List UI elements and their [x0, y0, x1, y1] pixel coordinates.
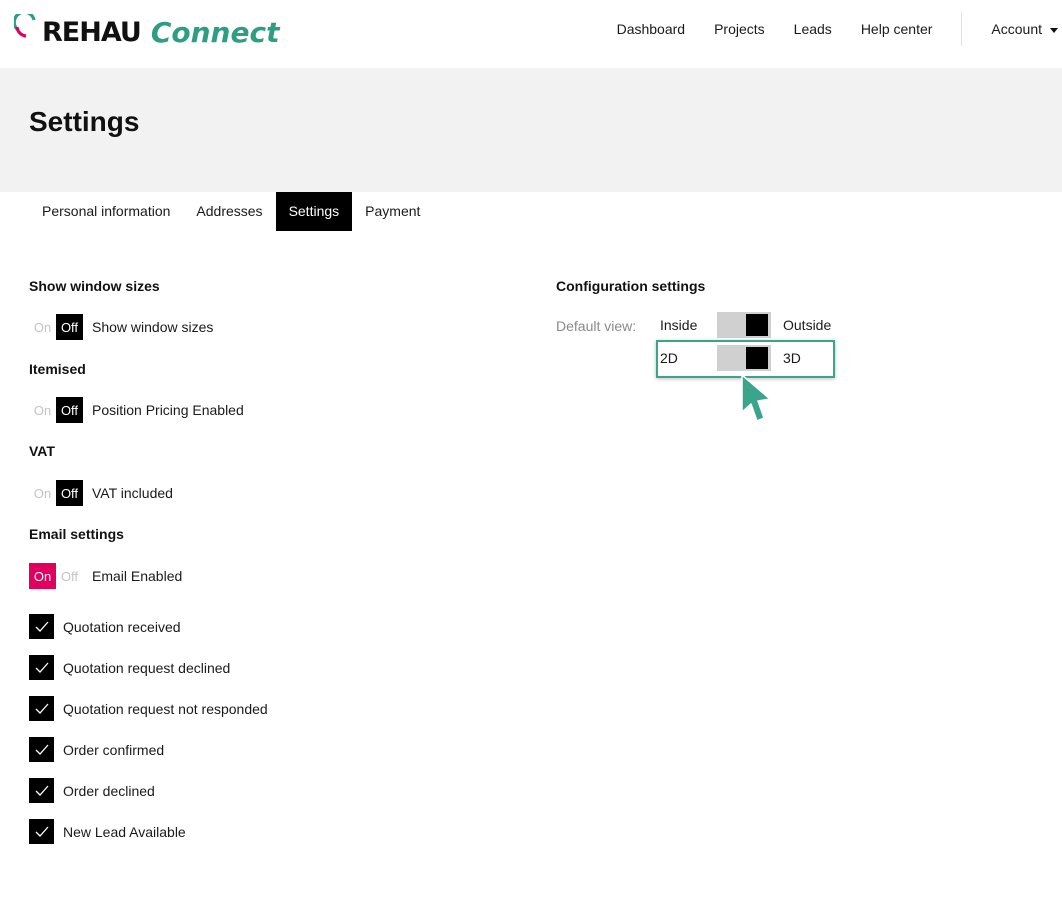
checkmark-icon	[35, 703, 48, 714]
checkbox-new-lead-available[interactable]	[29, 819, 54, 844]
check-row-quotation-received: Quotation received	[29, 614, 181, 639]
vat-toggle[interactable]: On Off	[29, 480, 83, 506]
toggle-on-option[interactable]: On	[29, 397, 56, 423]
option-3d[interactable]: 3D	[783, 350, 801, 366]
position-pricing-label: Position Pricing Enabled	[92, 402, 244, 418]
checkmark-icon	[35, 621, 48, 632]
configuration-settings-title: Configuration settings	[556, 278, 706, 294]
rehau-logo-mark-icon	[14, 14, 36, 38]
switch-knob	[746, 347, 768, 369]
check-row-new-lead: New Lead Available	[29, 819, 186, 844]
section-title-email: Email settings	[29, 526, 124, 542]
tab-addresses[interactable]: Addresses	[183, 192, 275, 231]
window-sizes-label: Show window sizes	[92, 319, 214, 335]
chevron-down-icon	[1050, 27, 1058, 33]
tab-payment[interactable]: Payment	[352, 192, 433, 231]
tab-personal-information[interactable]: Personal information	[29, 192, 183, 231]
toggle-on-option[interactable]: On	[29, 314, 56, 340]
checkbox-quotation-not-responded[interactable]	[29, 696, 54, 721]
section-title-window-sizes: Show window sizes	[29, 278, 160, 294]
checkmark-icon	[35, 744, 48, 755]
checkbox-quotation-received[interactable]	[29, 614, 54, 639]
pointer-cursor-icon	[741, 374, 771, 422]
view-2d-3d-row: 2D 3D	[660, 345, 801, 371]
checkbox-quotation-declined[interactable]	[29, 655, 54, 680]
page-title: Settings	[29, 106, 140, 137]
toggle-on-option[interactable]: On	[29, 563, 56, 589]
check-label: Quotation request not responded	[63, 700, 268, 717]
check-label: New Lead Available	[63, 823, 186, 840]
checkmark-icon	[35, 785, 48, 796]
check-label: Order confirmed	[63, 741, 165, 758]
default-view-label: Default view:	[556, 318, 637, 334]
section-title-itemised: Itemised	[29, 361, 86, 377]
email-enabled-toggle[interactable]: On Off	[29, 563, 83, 589]
check-label: Quotation request declined	[63, 659, 231, 676]
nav-leads[interactable]: Leads	[794, 21, 832, 37]
toggle-on-option[interactable]: On	[29, 480, 56, 506]
window-sizes-toggle[interactable]: On Off	[29, 314, 83, 340]
toggle-off-option[interactable]: Off	[56, 480, 83, 506]
logo-text-rehau: REHAU	[42, 16, 142, 48]
nav-dashboard[interactable]: Dashboard	[617, 21, 686, 37]
view-inside-outside-row: Inside Outside	[660, 312, 831, 338]
rehau-connect-logo[interactable]: REHAU Connect	[14, 12, 279, 52]
vat-label: VAT included	[92, 485, 173, 501]
check-label: Quotation received	[63, 618, 181, 635]
position-pricing-toggle[interactable]: On Off	[29, 397, 83, 423]
toggle-off-option[interactable]: Off	[56, 397, 83, 423]
email-toggle-row: On Off Email Enabled	[29, 563, 182, 589]
nav-divider	[961, 11, 963, 46]
toggle-off-option[interactable]: Off	[56, 563, 83, 589]
checkbox-order-confirmed[interactable]	[29, 737, 54, 762]
email-enabled-label: Email Enabled	[92, 568, 183, 584]
switch-knob	[746, 314, 768, 336]
checkbox-order-declined[interactable]	[29, 778, 54, 803]
checkmark-icon	[35, 662, 48, 673]
settings-tabs: Personal information Addresses Settings …	[29, 192, 433, 231]
logo-text-connect: Connect	[150, 15, 280, 49]
top-header: REHAU Connect Dashboard Projects Leads H…	[0, 0, 1062, 68]
nav-projects[interactable]: Projects	[714, 21, 765, 37]
inside-outside-switch[interactable]	[717, 312, 771, 338]
account-menu[interactable]: Account	[991, 21, 1058, 37]
toggle-off-option[interactable]: Off	[56, 314, 83, 340]
main-nav: Dashboard Projects Leads Help center Acc…	[617, 0, 1062, 57]
check-row-order-confirmed: Order confirmed	[29, 737, 164, 762]
2d-3d-switch[interactable]	[717, 345, 771, 371]
check-row-quotation-declined: Quotation request declined	[29, 655, 230, 680]
section-title-vat: VAT	[29, 443, 55, 459]
option-2d[interactable]: 2D	[660, 350, 717, 366]
check-row-order-declined: Order declined	[29, 778, 155, 803]
check-label: Order declined	[63, 782, 155, 799]
account-label: Account	[991, 20, 1042, 37]
option-outside[interactable]: Outside	[783, 317, 831, 333]
page-banner: Settings	[0, 68, 1062, 192]
vat-toggle-row: On Off VAT included	[29, 480, 173, 506]
window-sizes-toggle-row: On Off Show window sizes	[29, 314, 213, 340]
check-row-quotation-not-responded: Quotation request not responded	[29, 696, 268, 721]
itemised-toggle-row: On Off Position Pricing Enabled	[29, 397, 244, 423]
nav-help-center[interactable]: Help center	[861, 21, 933, 37]
tab-settings[interactable]: Settings	[275, 192, 353, 231]
option-inside[interactable]: Inside	[660, 317, 717, 333]
checkmark-icon	[35, 826, 48, 837]
